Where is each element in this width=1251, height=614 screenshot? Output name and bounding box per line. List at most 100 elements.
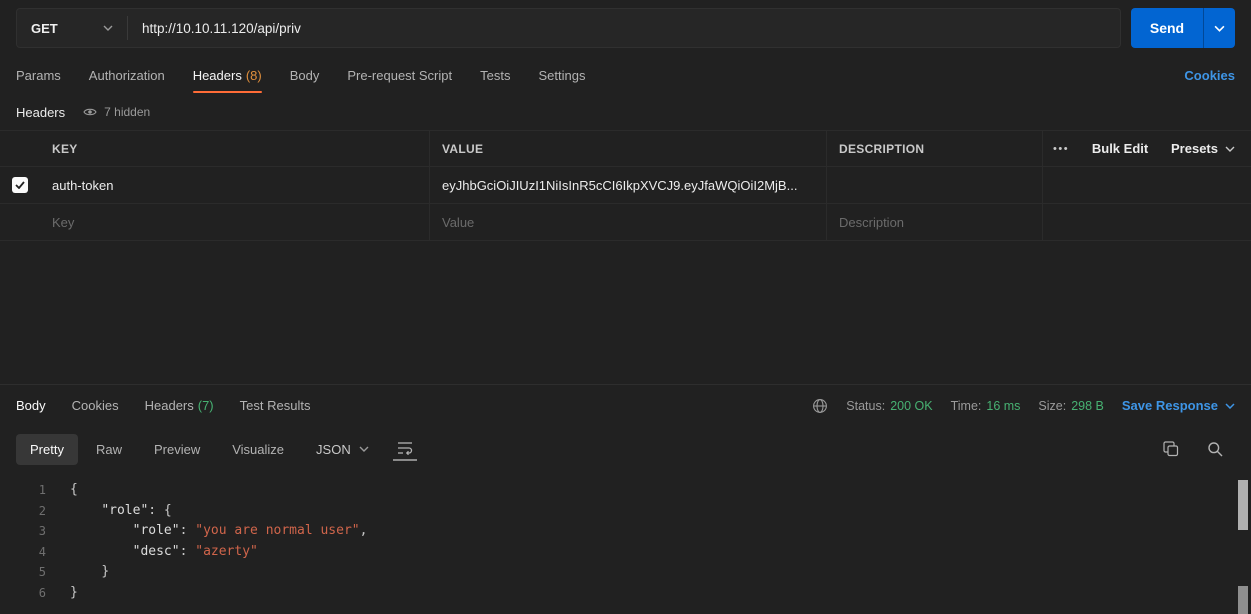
chevron-down-icon [103,25,113,31]
eye-icon [83,107,97,117]
view-tab-preview[interactable]: Preview [140,434,214,465]
send-button[interactable]: Send [1131,8,1203,48]
presets-button[interactable]: Presets [1171,141,1235,156]
response-tabs: Body Cookies Headers(7) Test Results [16,398,310,413]
line-number: 5 [16,562,46,583]
view-tab-pretty[interactable]: Pretty [16,434,78,465]
tab-label: Headers [193,68,242,83]
tab-pre-request-script[interactable]: Pre-request Script [347,56,452,94]
header-description-cell[interactable] [827,167,1043,203]
view-tab-raw[interactable]: Raw [82,434,136,465]
save-response-label: Save Response [1122,398,1218,413]
code-line: 4 "desc": "azerty" [16,542,1231,563]
response-tab-test-results[interactable]: Test Results [240,398,311,413]
row-actions [1043,167,1251,203]
text-wrap-icon [397,441,413,455]
request-tabs: Params Authorization Headers (8) Body Pre… [16,56,585,94]
copy-icon [1163,441,1179,457]
code-line: 3 "role": "you are normal user", [16,521,1231,542]
column-header-description: DESCRIPTION [827,131,1043,166]
url-input[interactable] [128,9,1120,47]
tab-params[interactable]: Params [16,56,61,94]
code-text: "role": "you are normal user", [70,521,367,542]
headers-table: KEY VALUE DESCRIPTION ••• Bulk Edit Pres… [0,130,1251,241]
search-button[interactable] [1205,439,1225,459]
header-value-cell[interactable]: eyJhbGciOiJIUzI1NiIsInR5cCI6IkpXVCJ9.eyJ… [430,167,827,203]
request-tabs-row: Params Authorization Headers (8) Body Pre… [0,56,1251,94]
tab-label: Body [16,398,46,413]
response-time: Time: 16 ms [951,399,1021,413]
response-tab-body[interactable]: Body [16,398,46,413]
send-button-group: Send [1131,8,1235,48]
code-text: } [70,562,109,583]
code-text: "desc": "azerty" [70,542,258,563]
row-checkbox-cell [0,204,40,240]
hidden-headers-label: 7 hidden [104,105,150,119]
tab-label: Authorization [89,68,165,83]
table-header-row: KEY VALUE DESCRIPTION ••• Bulk Edit Pres… [0,130,1251,167]
column-header-value: VALUE [430,131,827,166]
response-body-code: 1{2 "role": {3 "role": "you are normal u… [0,472,1251,614]
chevron-down-icon [359,446,369,452]
size-value: 298 B [1071,399,1104,413]
tab-authorization[interactable]: Authorization [89,56,165,94]
table-row: auth-token eyJhbGciOiJIUzI1NiIsInR5cCI6I… [0,167,1251,204]
response-size: Size: 298 B [1038,399,1103,413]
response-meta: Status: 200 OK Time: 16 ms Size: 298 B S… [812,398,1235,414]
line-number: 3 [16,521,46,542]
tab-count: (8) [246,68,262,83]
code-line: 2 "role": { [16,501,1231,522]
headers-meta-row: Headers 7 hidden [0,94,1251,130]
search-icon [1207,441,1223,457]
response-tab-cookies[interactable]: Cookies [72,398,119,413]
header-key-cell[interactable]: auth-token [40,167,430,203]
code-line: 6} [16,583,1231,604]
line-number: 4 [16,542,46,563]
vertical-scrollbar-thumb[interactable] [1238,480,1248,530]
tab-settings[interactable]: Settings [538,56,585,94]
cookies-link[interactable]: Cookies [1184,56,1235,94]
response-tab-headers[interactable]: Headers(7) [145,398,214,413]
header-description-input[interactable]: Description [827,204,1043,240]
header-value-input[interactable]: Value [430,204,827,240]
tab-label: Params [16,68,61,83]
wrap-lines-button[interactable] [393,437,417,461]
headers-section-title: Headers [16,105,65,120]
select-all-cell [0,131,40,166]
method-select[interactable]: GET [17,9,127,47]
postman-request-view: GET Send Params Authorization Headers (8)… [0,0,1251,614]
tab-body[interactable]: Body [290,56,320,94]
tab-count: (7) [198,398,214,413]
check-icon [15,181,25,189]
hidden-headers-toggle[interactable]: 7 hidden [83,105,150,119]
chevron-down-icon [1214,25,1225,32]
response-header: Body Cookies Headers(7) Test Results Sta… [0,385,1251,426]
toolbar-right [1161,439,1225,459]
code-text: "role": { [70,501,172,522]
time-value: 16 ms [986,399,1020,413]
presets-label: Presets [1171,141,1218,156]
header-key-input[interactable]: Key [40,204,430,240]
format-select[interactable]: JSON [316,442,369,457]
send-options-button[interactable] [1203,8,1235,48]
empty-space [0,241,1251,384]
more-options-icon[interactable]: ••• [1053,143,1069,155]
save-response-button[interactable]: Save Response [1122,398,1235,413]
view-tab-visualize[interactable]: Visualize [218,434,298,465]
format-label: JSON [316,442,351,457]
row-checkbox[interactable] [12,177,28,193]
tab-label: Tests [480,68,510,83]
bulk-edit-button[interactable]: Bulk Edit [1092,141,1148,156]
line-number: 6 [16,583,46,604]
tab-label: Cookies [72,398,119,413]
row-checkbox-cell [0,167,40,203]
code-line: 5 } [16,562,1231,583]
tab-tests[interactable]: Tests [480,56,510,94]
copy-button[interactable] [1161,439,1181,459]
chevron-down-icon [1225,403,1235,409]
url-container: GET [16,8,1121,48]
time-label: Time: [951,399,982,413]
status-value: 200 OK [890,399,932,413]
line-number: 2 [16,501,46,522]
tab-headers[interactable]: Headers (8) [193,56,262,94]
